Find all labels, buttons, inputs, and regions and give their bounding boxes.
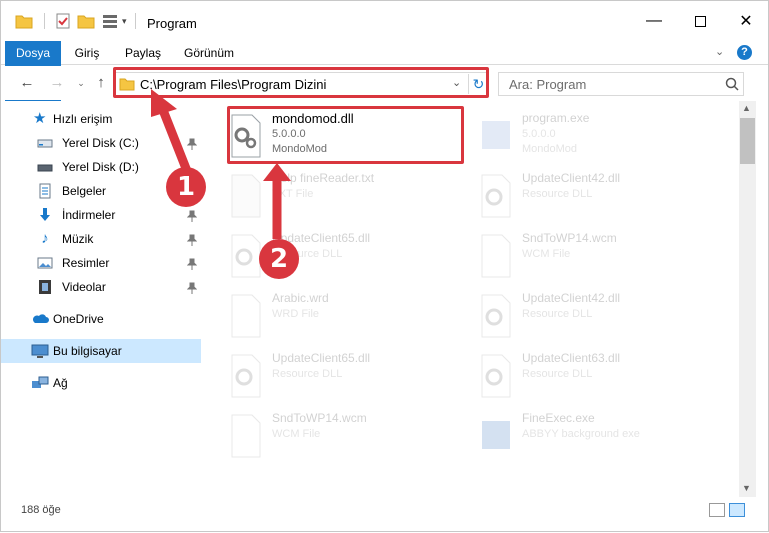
callout-arrows — [151, 89, 291, 239]
explorer-window: ▾ Program — ✕ Dosya Giriş Paylaş Görünüm… — [0, 0, 769, 532]
callout-step-2: 2 — [259, 239, 299, 279]
callout-step-1: 1 — [166, 167, 206, 207]
